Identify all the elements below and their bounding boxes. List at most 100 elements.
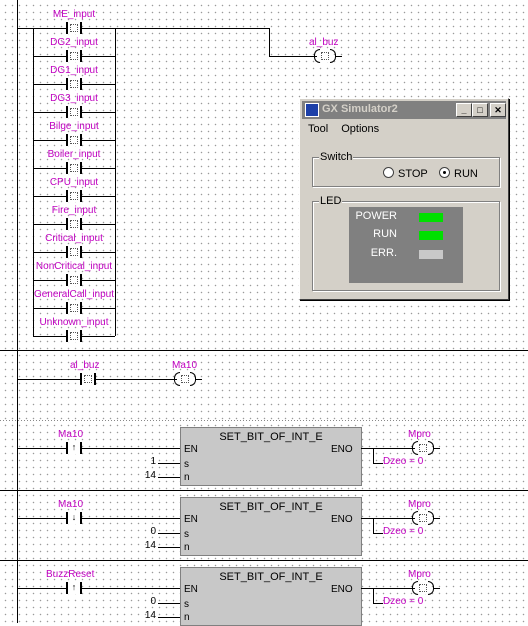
rung-separator: [0, 560, 528, 561]
function-name: SET_BIT_OF_INT_E: [219, 431, 323, 443]
input-contact[interactable]: [66, 162, 82, 174]
input-contact[interactable]: [66, 246, 82, 258]
contact-label: CPU_input: [49, 177, 99, 188]
stop-radio-label: STOP: [398, 168, 428, 180]
run-radio-circle[interactable]: [439, 167, 450, 178]
al-buz-coil[interactable]: [314, 49, 336, 63]
rung-separator: [0, 420, 528, 421]
eno-wire: [361, 448, 415, 449]
menu-options[interactable]: Options: [341, 123, 379, 135]
mpro-coil[interactable]: [412, 441, 434, 455]
contact-label: NonCritical_input: [35, 261, 113, 272]
err-led: [419, 250, 443, 259]
input-contact[interactable]: [66, 78, 82, 90]
gx-simulator-window[interactable]: GX Simulator2 _ □ ✕ Tool Options Switch …: [299, 98, 509, 300]
en-pin: EN: [184, 584, 198, 595]
dzeo-output: Dzeo = 0: [383, 526, 424, 537]
eno-pin: ENO: [331, 444, 353, 455]
s-input-wire: [158, 463, 180, 464]
stop-radio[interactable]: STOP: [383, 167, 428, 180]
dzeo-wire: [373, 603, 383, 604]
function-block[interactable]: SET_BIT_OF_INT_E EN ENO s n: [180, 427, 362, 486]
pulse-arrow-icon: ↑: [71, 442, 77, 452]
stop-radio-circle[interactable]: [383, 167, 394, 178]
input-contact[interactable]: [66, 106, 82, 118]
contact-label: DG3_input: [50, 93, 98, 104]
coil-label: Mpro: [408, 569, 431, 580]
run-radio[interactable]: RUN: [439, 167, 478, 180]
eno-wire: [361, 518, 415, 519]
led-label-err: ERR.: [370, 247, 397, 259]
en-pin: EN: [184, 514, 198, 525]
window-titlebar[interactable]: GX Simulator2 _ □ ✕: [302, 101, 506, 119]
maximize-button[interactable]: □: [472, 103, 488, 117]
mpro-coil[interactable]: [412, 511, 434, 525]
led-label-power: POWER: [355, 210, 397, 222]
input-contact[interactable]: [66, 22, 82, 34]
input-contact[interactable]: [66, 274, 82, 286]
function-block[interactable]: SET_BIT_OF_INT_E EN ENO s n: [180, 567, 362, 626]
mpro-coil[interactable]: [412, 581, 434, 595]
n-value: 14: [144, 610, 156, 621]
al-buz-contact[interactable]: [80, 373, 96, 385]
contact-label: BuzzReset: [46, 569, 95, 580]
n-value: 14: [144, 470, 156, 481]
close-button[interactable]: ✕: [490, 103, 506, 117]
contact-label: Ma10: [58, 499, 84, 510]
contact-label: Unknown_input: [39, 317, 109, 328]
app-icon: [305, 103, 319, 117]
input-contact[interactable]: [66, 330, 82, 342]
dzeo-wire: [373, 533, 383, 534]
minimize-button[interactable]: _: [456, 103, 472, 117]
n-input-wire: [158, 477, 180, 478]
rung1-coil-wire: [269, 56, 317, 57]
rung2-wire: [17, 379, 177, 380]
dzeo-output: Dzeo = 0: [383, 596, 424, 607]
rung1-right-bus: [115, 28, 116, 336]
contact-label: Boiler_input: [47, 149, 101, 160]
switch-group: Switch STOP RUN: [312, 151, 500, 187]
rung1-entry-wire: [17, 28, 33, 29]
contact-label: GeneralCall_input: [33, 289, 115, 300]
input-contact[interactable]: [66, 134, 82, 146]
n-input-wire: [158, 617, 180, 618]
pulse-contact[interactable]: ↑: [66, 442, 82, 454]
ma10-coil[interactable]: [174, 372, 196, 386]
n-pin: n: [184, 612, 190, 623]
rung1-coil-tail: [336, 56, 342, 57]
input-contact[interactable]: [66, 302, 82, 314]
s-pin: s: [184, 529, 189, 540]
coil-label: Mpro: [408, 499, 431, 510]
eno-branch: [373, 588, 374, 603]
function-block[interactable]: SET_BIT_OF_INT_E EN ENO s n: [180, 497, 362, 556]
eno-branch: [373, 448, 374, 463]
coil-tail: [434, 588, 440, 589]
power-led: [419, 213, 443, 222]
contact-label: al_buz: [70, 360, 100, 371]
run-radio-label: RUN: [454, 168, 478, 180]
pulse-arrow-icon: ↓: [71, 512, 77, 522]
pulse-contact[interactable]: ↓: [66, 512, 82, 524]
input-contact[interactable]: [66, 218, 82, 230]
rung-separator: [0, 350, 528, 351]
menu-bar: Tool Options: [308, 123, 389, 135]
coil-tail: [434, 448, 440, 449]
rung3-en-wire: [17, 448, 180, 449]
coil-tail: [434, 518, 440, 519]
eno-pin: ENO: [331, 514, 353, 525]
led-label-run: RUN: [373, 228, 397, 240]
en-pin: EN: [184, 444, 198, 455]
function-name: SET_BIT_OF_INT_E: [219, 571, 323, 583]
n-pin: n: [184, 472, 190, 483]
pulse-contact[interactable]: ↑: [66, 582, 82, 594]
coil-label: al_buz: [309, 37, 339, 48]
rung2-coil-tail: [196, 379, 202, 380]
eno-pin: ENO: [331, 584, 353, 595]
contact-label: Fire_input: [51, 205, 97, 216]
n-input-wire: [158, 547, 180, 548]
input-contact[interactable]: [66, 190, 82, 202]
input-contact[interactable]: [66, 50, 82, 62]
menu-tool[interactable]: Tool: [308, 123, 328, 135]
contact-label: DG1_input: [50, 65, 98, 76]
contact-label: ME_input: [52, 9, 96, 20]
